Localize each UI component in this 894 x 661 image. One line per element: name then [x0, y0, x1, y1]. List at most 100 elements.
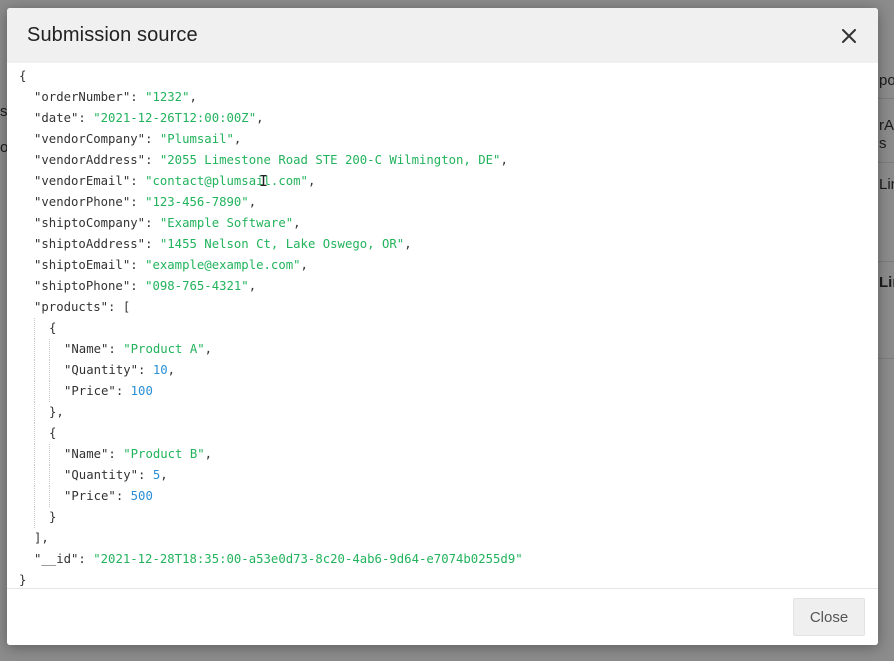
json-punctuation: } — [49, 510, 57, 524]
code-line: { — [19, 423, 878, 444]
json-punctuation: : — [130, 174, 146, 188]
json-punctuation: : — [78, 552, 94, 566]
indent-guide — [19, 276, 34, 297]
indent-guide — [19, 528, 34, 549]
json-string-value: "2021-12-28T18:35:00-a53e0d73-8c20-4ab6-… — [93, 552, 523, 566]
json-string-value: "2055 Limestone Road STE 200-C Wilmingto… — [159, 153, 501, 167]
indent-guide — [19, 150, 34, 171]
json-punctuation: : [ — [108, 300, 131, 314]
json-source-viewer[interactable]: {"orderNumber": "1232", "date": "2021-12-… — [19, 66, 878, 591]
json-punctuation: : — [78, 111, 94, 125]
json-number-value: 100 — [130, 384, 153, 398]
indent-guide — [34, 318, 49, 339]
json-punctuation: , — [256, 111, 264, 125]
json-key: "vendorEmail" — [34, 174, 131, 188]
json-string-value: "Plumsail" — [159, 132, 234, 146]
json-key: "shiptoEmail" — [34, 258, 131, 272]
json-string-value: "example@example.com" — [145, 258, 301, 272]
json-string-value: "Product A" — [123, 342, 205, 356]
json-punctuation: , — [404, 237, 412, 251]
json-key: "date" — [34, 111, 79, 125]
code-line: ], — [19, 528, 878, 549]
json-punctuation: { — [49, 426, 57, 440]
json-punctuation: , — [233, 132, 242, 146]
submission-source-dialog: Submission source {"orderNumber": "1232"… — [7, 8, 878, 645]
indent-guide — [19, 465, 34, 486]
code-line: "date": "2021-12-26T12:00:00Z", — [19, 108, 878, 129]
indent-guide — [34, 339, 49, 360]
json-punctuation: : — [115, 384, 131, 398]
code-line: } — [19, 507, 878, 528]
indent-guide — [19, 423, 34, 444]
indent-guide — [19, 318, 34, 339]
json-key: "Name" — [64, 447, 109, 461]
json-key: "shiptoAddress" — [34, 237, 146, 251]
json-punctuation: { — [49, 321, 57, 335]
json-punctuation: , — [167, 363, 176, 377]
text-cursor-icon: I — [259, 172, 269, 190]
json-punctuation: : — [115, 489, 131, 503]
code-line: "orderNumber": "1232", — [19, 87, 878, 108]
indent-guide — [19, 381, 34, 402]
code-line: "__id": "2021-12-28T18:35:00-a53e0d73-8c… — [19, 549, 878, 570]
json-key: "__id" — [34, 552, 79, 566]
json-punctuation: , — [160, 468, 168, 482]
code-line: "Name": "Product A", — [19, 339, 878, 360]
indent-guide — [49, 486, 64, 507]
indent-guide — [19, 213, 34, 234]
indent-guide — [19, 108, 34, 129]
indent-guide — [49, 360, 64, 381]
json-number-value: 10 — [152, 363, 168, 377]
code-line: "vendorPhone": "123-456-7890", — [19, 192, 878, 213]
dialog-body: {"orderNumber": "1232", "date": "2021-12-… — [7, 63, 878, 588]
code-line: "shiptoPhone": "098-765-4321", — [19, 276, 878, 297]
json-punctuation: : — [130, 195, 146, 209]
code-line: "shiptoCompany": "Example Software", — [19, 213, 878, 234]
json-string-value: "123-456-7890" — [145, 195, 249, 209]
indent-guide — [34, 507, 49, 528]
indent-guide — [49, 381, 64, 402]
indent-guide — [34, 381, 49, 402]
code-line: "Name": "Product B", — [19, 444, 878, 465]
json-key: "vendorPhone" — [34, 195, 131, 209]
json-punctuation: , — [300, 258, 308, 272]
json-punctuation: }, — [49, 405, 64, 419]
json-punctuation: , — [204, 447, 213, 461]
code-line: "vendorCompany": "Plumsail", — [19, 129, 878, 150]
indent-guide — [34, 465, 49, 486]
json-punctuation: : — [145, 132, 160, 146]
indent-guide — [19, 87, 34, 108]
code-line: "products": [ — [19, 297, 878, 318]
indent-guide — [19, 171, 34, 192]
code-line: "vendorEmail": "contact@plumsail.com", — [19, 171, 878, 192]
json-punctuation: : — [145, 237, 160, 251]
json-punctuation: , — [248, 195, 257, 209]
indent-guide — [19, 297, 34, 318]
close-button[interactable]: Close — [793, 598, 865, 636]
indent-guide — [34, 486, 49, 507]
json-key: "Price" — [64, 384, 116, 398]
indent-guide — [19, 192, 34, 213]
json-string-value: "098-765-4321" — [145, 279, 249, 293]
json-number-value: 500 — [130, 489, 153, 503]
json-punctuation: : — [130, 90, 146, 104]
json-punctuation: , — [204, 342, 213, 356]
close-icon[interactable] — [837, 24, 861, 48]
json-punctuation: : — [145, 216, 160, 230]
json-key: "shiptoPhone" — [34, 279, 131, 293]
json-punctuation: : — [138, 363, 153, 377]
code-line: "shiptoEmail": "example@example.com", — [19, 255, 878, 276]
indent-guide — [34, 360, 49, 381]
indent-guide — [34, 402, 49, 423]
dialog-header: Submission source — [7, 8, 878, 63]
json-punctuation: , — [248, 279, 257, 293]
code-line: { — [19, 318, 878, 339]
indent-guide — [19, 444, 34, 465]
code-line: { — [19, 66, 878, 87]
json-key: "Price" — [64, 489, 116, 503]
code-line: "Quantity": 10, — [19, 360, 878, 381]
json-punctuation: : — [108, 342, 124, 356]
json-punctuation: : — [130, 279, 146, 293]
json-string-value: "Product B" — [123, 447, 205, 461]
json-key: "vendorCompany" — [34, 132, 146, 146]
